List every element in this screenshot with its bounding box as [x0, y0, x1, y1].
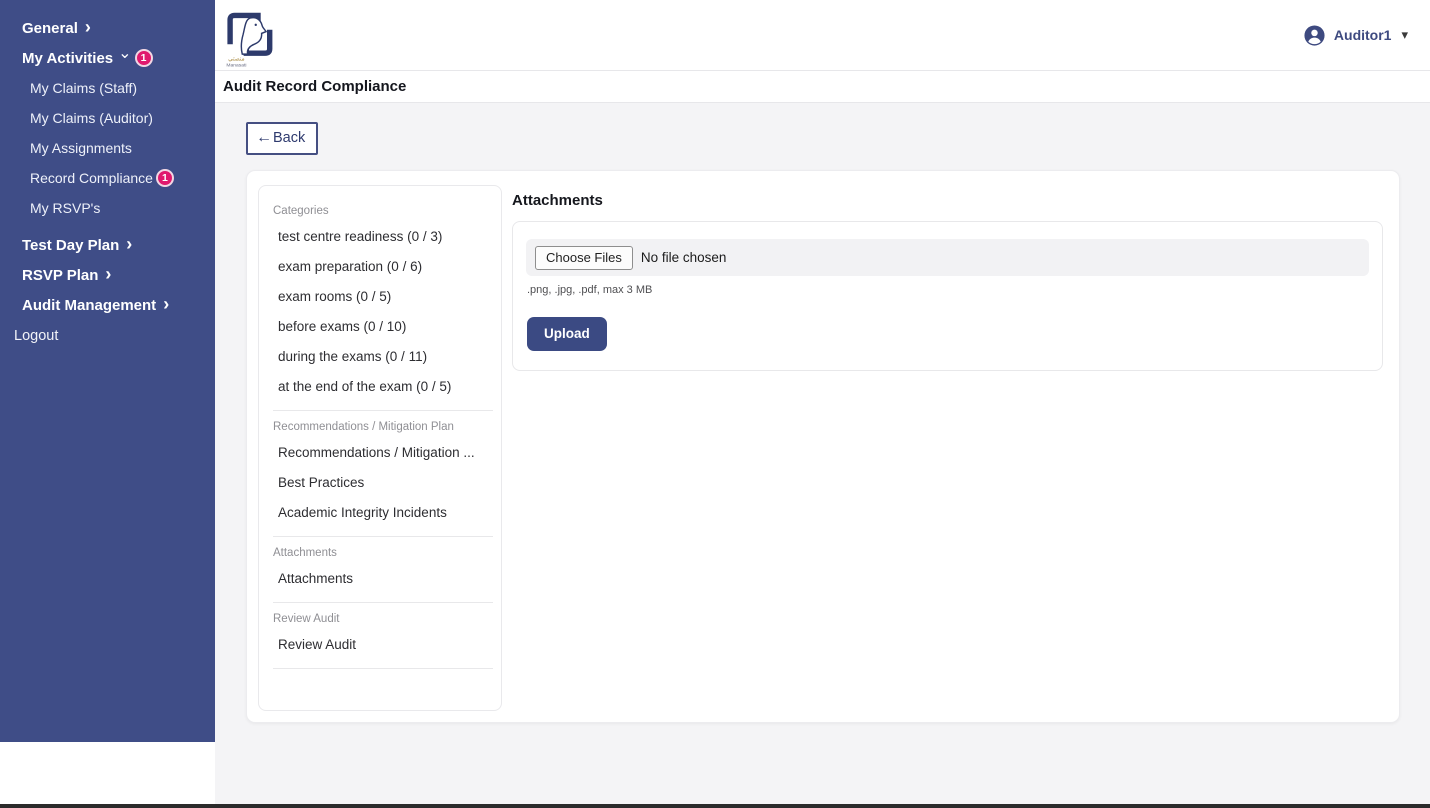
- brand-logo[interactable]: منصتي Manasati: [222, 6, 276, 68]
- chevron-down-icon: ⌄: [118, 45, 132, 62]
- sidebar-item-logout[interactable]: Logout: [0, 321, 215, 351]
- sidebar-item-label: General: [22, 19, 78, 37]
- categories-panel: Categories test centre readiness (0 / 3)…: [258, 185, 502, 711]
- attachments-upload-box: Choose Files No file chosen .png, .jpg, …: [512, 221, 1383, 371]
- sidebar-item-label: Audit Management: [22, 296, 157, 314]
- chevron-right-icon: ›: [105, 264, 112, 284]
- category-item-at-the-end-of-the-exam[interactable]: at the end of the exam (0 / 5): [259, 371, 501, 401]
- user-menu[interactable]: Auditor1 ▾: [1303, 24, 1408, 47]
- sidebar-item-my-claims-staff[interactable]: My Claims (Staff): [0, 73, 215, 103]
- category-item-review-audit[interactable]: Review Audit: [259, 629, 501, 659]
- sidebar-item-label: Test Day Plan: [22, 236, 120, 254]
- sidebar-item-label: My Claims (Auditor): [30, 110, 153, 126]
- file-input-status: No file chosen: [640, 250, 727, 265]
- category-item-during-the-exams[interactable]: during the exams (0 / 11): [259, 341, 501, 371]
- sidebar-item-my-rsvps[interactable]: My RSVP's: [0, 193, 215, 223]
- sidebar-item-general[interactable]: General ›: [0, 13, 215, 43]
- section-header-categories: Categories: [273, 205, 329, 217]
- sidebar-item-audit-management[interactable]: Audit Management ›: [0, 290, 215, 320]
- category-item-before-exams[interactable]: before exams (0 / 10): [259, 311, 501, 341]
- back-button[interactable]: ← Back: [246, 122, 319, 155]
- divider: [273, 410, 493, 411]
- back-arrow-icon: ←: [256, 128, 272, 146]
- falcon-logo-icon: منصتي Manasati: [226, 12, 273, 68]
- back-button-label: Back: [273, 130, 306, 146]
- chevron-right-icon: ›: [163, 294, 170, 314]
- sidebar-item-my-assignments[interactable]: My Assignments: [0, 133, 215, 163]
- sidebar-item-label: My Claims (Staff): [30, 80, 138, 96]
- sidebar-item-label: My RSVP's: [30, 200, 101, 216]
- category-item-recommendations-mitigation[interactable]: Recommendations / Mitigation ...: [259, 437, 501, 467]
- file-input[interactable]: Choose Files No file chosen: [526, 239, 1369, 276]
- category-item-attachments[interactable]: Attachments: [259, 563, 501, 593]
- sidebar-item-record-compliance[interactable]: Record Compliance 1: [0, 163, 215, 193]
- category-item-academic-integrity-incidents[interactable]: Academic Integrity Incidents: [259, 497, 501, 527]
- category-item-exam-rooms[interactable]: exam rooms (0 / 5): [259, 281, 501, 311]
- caret-down-icon: ▾: [1401, 27, 1408, 42]
- category-item-best-practices[interactable]: Best Practices: [259, 467, 501, 497]
- sidebar-item-test-day-plan[interactable]: Test Day Plan ›: [0, 230, 215, 260]
- user-name: Auditor1: [1333, 27, 1392, 43]
- section-header-attachments: Attachments: [273, 547, 337, 559]
- sidebar: General › My Activities ⌄ 1 My Claims (S…: [0, 0, 215, 742]
- sidebar-item-label: Logout: [14, 328, 59, 344]
- category-item-test-centre-readiness[interactable]: test centre readiness (0 / 3): [259, 221, 501, 251]
- section-header-review-audit: Review Audit: [273, 613, 340, 625]
- section-header-recommendations: Recommendations / Mitigation Plan: [273, 421, 454, 433]
- app-root: General › My Activities ⌄ 1 My Claims (S…: [0, 0, 1430, 808]
- user-avatar-icon: [1304, 24, 1325, 46]
- divider: [273, 668, 493, 669]
- sidebar-item-rsvp-plan[interactable]: RSVP Plan ›: [0, 260, 215, 290]
- sidebar-item-label: RSVP Plan: [22, 266, 99, 284]
- divider: [273, 602, 493, 603]
- brand-latin-text: Manasati: [226, 63, 246, 68]
- sidebar-item-my-claims-auditor[interactable]: My Claims (Auditor): [0, 103, 215, 133]
- compliance-card: Categories test centre readiness (0 / 3)…: [246, 170, 1400, 723]
- chevron-right-icon: ›: [84, 17, 91, 37]
- sidebar-item-label: My Assignments: [30, 140, 132, 156]
- sidebar-item-label: Record Compliance: [30, 170, 153, 186]
- main-area: منصتي Manasati Auditor1 ▾ Audit Record C…: [215, 0, 1430, 804]
- choose-files-button[interactable]: Choose Files: [535, 245, 633, 270]
- sidebar-item-my-activities[interactable]: My Activities ⌄ 1: [0, 43, 215, 73]
- notification-badge: 1: [134, 49, 153, 67]
- file-requirements-text: .png, .jpg, .pdf, max 3 MB: [527, 284, 653, 296]
- upload-button[interactable]: Upload: [527, 317, 607, 351]
- brand-arabic-text: منصتي: [228, 56, 245, 62]
- attachments-panel: Attachments Choose Files No file chosen …: [512, 185, 1384, 371]
- chevron-right-icon: ›: [126, 234, 133, 254]
- page-content: ← Back Categories test centre readiness …: [215, 103, 1430, 804]
- bottom-edge: [0, 804, 1430, 808]
- title-bar: Audit Record Compliance: [215, 71, 1430, 103]
- divider: [273, 536, 493, 537]
- notification-badge: 1: [155, 169, 174, 187]
- sidebar-item-label: My Activities: [22, 49, 114, 67]
- attachments-heading: Attachments: [512, 192, 603, 209]
- top-header: منصتي Manasati Auditor1 ▾: [215, 0, 1430, 71]
- page-title: Audit Record Compliance: [223, 78, 407, 95]
- category-item-exam-preparation[interactable]: exam preparation (0 / 6): [259, 251, 501, 281]
